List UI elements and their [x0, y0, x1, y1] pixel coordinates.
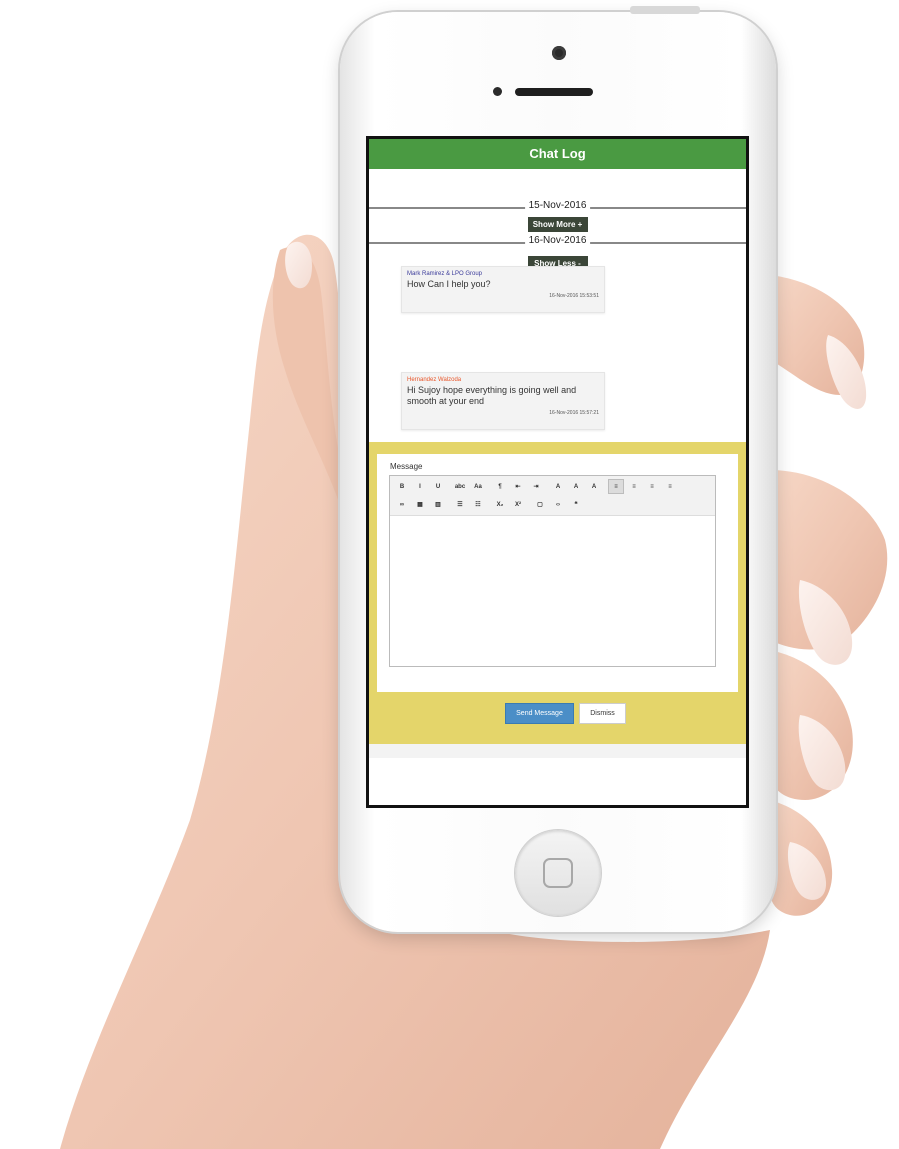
justify-icon[interactable]: ≡ [662, 479, 678, 494]
paragraph-icon[interactable]: ¶ [492, 479, 508, 494]
image-icon[interactable]: ▢ [532, 497, 548, 512]
screen-footer [369, 744, 746, 758]
dismiss-button[interactable]: Dismiss [579, 703, 626, 724]
outdent-icon[interactable]: ⇤ [510, 479, 526, 494]
stage: Chat Log 15-Nov-2016 Show More + 16-Nov-… [0, 0, 899, 1149]
show-more-button[interactable]: Show More + [527, 217, 588, 232]
front-camera [552, 46, 566, 60]
sender-name: Mark Ramirez & LPO Group [407, 271, 483, 277]
bold-icon[interactable]: B [394, 479, 410, 494]
subscript-icon[interactable]: X₂ [492, 497, 508, 512]
earpiece-speaker [515, 88, 593, 96]
proximity-sensor [493, 87, 502, 96]
column-icon[interactable]: ▥ [430, 497, 446, 512]
message-text: How Can I help you? [407, 279, 491, 289]
home-square-icon [543, 858, 573, 888]
message-textarea[interactable] [390, 516, 715, 666]
message-text: Hi Sujoy hope everything is going well a… [407, 385, 577, 406]
font-size-icon[interactable]: Aa [470, 479, 486, 494]
table-icon[interactable]: ▦ [412, 497, 428, 512]
compose-panel: Message B I Uabc Aa ¶ ⇤ ⇥ A A A ≡ ≡ ≡ ≡ ∞ ▦ ▥ ☰ ☷ X₂ X² ▢ ‹› ❝… [369, 442, 746, 744]
numbered-list-icon[interactable]: ☷ [470, 497, 486, 512]
message-timestamp: 16-Nov-2016 15:57:21 [549, 410, 599, 416]
chat-message-2: Hernandez Walzoda Hi Sujoy hope everythi… [401, 372, 605, 430]
toolbar-row-1: B I Uabc Aa ¶ ⇤ ⇥ A A A ≡ ≡ ≡ ≡ [393, 478, 712, 496]
date-label: 16-Nov-2016 [524, 235, 591, 246]
quote-icon[interactable]: ❝ [568, 497, 584, 512]
date-separator-1: 15-Nov-2016 [369, 197, 746, 217]
highlight-icon[interactable]: A [568, 479, 584, 494]
bullet-list-icon[interactable]: ☰ [452, 497, 468, 512]
align-left-icon[interactable]: ≡ [608, 479, 624, 494]
chat-message-1: Mark Ramirez & LPO Group How Can I help … [401, 266, 605, 313]
italic-icon[interactable]: I [412, 479, 428, 494]
chat-log-header: Chat Log [369, 139, 746, 169]
superscript-icon[interactable]: X² [510, 497, 526, 512]
date-separator-2: 16-Nov-2016 [369, 232, 746, 252]
sender-name: Hernandez Walzoda [407, 377, 462, 383]
indent-icon[interactable]: ⇥ [528, 479, 544, 494]
editor-toolbar: B I Uabc Aa ¶ ⇤ ⇥ A A A ≡ ≡ ≡ ≡ ∞ ▦ ▥ ☰ ☷ X₂ X² ▢ ‹› ❝ [390, 476, 715, 516]
font-color-icon[interactable]: A [550, 479, 566, 494]
message-editor[interactable]: B I Uabc Aa ¶ ⇤ ⇥ A A A ≡ ≡ ≡ ≡ ∞ ▦ ▥ ☰ ☷ X₂ X² ▢ ‹› ❝ [389, 475, 716, 667]
clear-format-icon[interactable]: A [586, 479, 602, 494]
align-right-icon[interactable]: ≡ [644, 479, 660, 494]
power-button [630, 6, 700, 14]
underline-icon[interactable]: U [430, 479, 446, 494]
link-icon[interactable]: ∞ [394, 497, 410, 512]
align-center-icon[interactable]: ≡ [626, 479, 642, 494]
toolbar-row-2: ∞ ▦ ▥ ☰ ☷ X₂ X² ▢ ‹› ❝ [393, 496, 712, 514]
strikethrough-icon[interactable]: abc [452, 479, 468, 494]
code-icon[interactable]: ‹› [550, 497, 566, 512]
message-timestamp: 16-Nov-2016 15:53:51 [549, 293, 599, 299]
phone-screen: Chat Log 15-Nov-2016 Show More + 16-Nov-… [366, 136, 749, 808]
date-label: 15-Nov-2016 [524, 200, 591, 211]
send-message-button[interactable]: Send Message [505, 703, 574, 724]
home-button[interactable] [515, 830, 601, 916]
message-label: Message [390, 462, 423, 471]
